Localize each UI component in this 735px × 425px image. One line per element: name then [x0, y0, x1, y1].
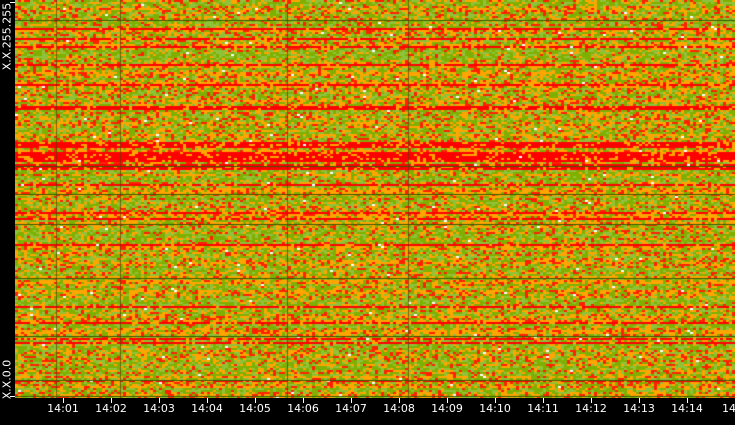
- x-tick-label: 14:03: [143, 402, 175, 415]
- x-tick-label: 14:13: [623, 402, 655, 415]
- x-tick-label: 14:01: [47, 402, 79, 415]
- x-tick-label: 14:05: [239, 402, 271, 415]
- heatmap-cells: [15, 0, 735, 398]
- y-tick-label-bottom: X.X.0.0: [0, 359, 14, 400]
- x-tick-label: 14:12: [575, 402, 607, 415]
- x-tick-label: 14:11: [527, 402, 559, 415]
- x-tick-label: 14:07: [335, 402, 367, 415]
- x-tick-label: 14:14: [671, 402, 703, 415]
- x-tick-label: 14:02: [95, 402, 127, 415]
- x-tick-label: 14:08: [383, 402, 415, 415]
- x-tick-label: 14:09: [431, 402, 463, 415]
- x-tick-label: 14:06: [287, 402, 319, 415]
- x-tick-label: 14:04: [191, 402, 223, 415]
- y-tick-label-top: X.X.255.255: [0, 2, 14, 71]
- heatmap-plot-area: [15, 0, 735, 398]
- x-tick-label: 14:10: [479, 402, 511, 415]
- x-tick-label: 14: [722, 402, 735, 415]
